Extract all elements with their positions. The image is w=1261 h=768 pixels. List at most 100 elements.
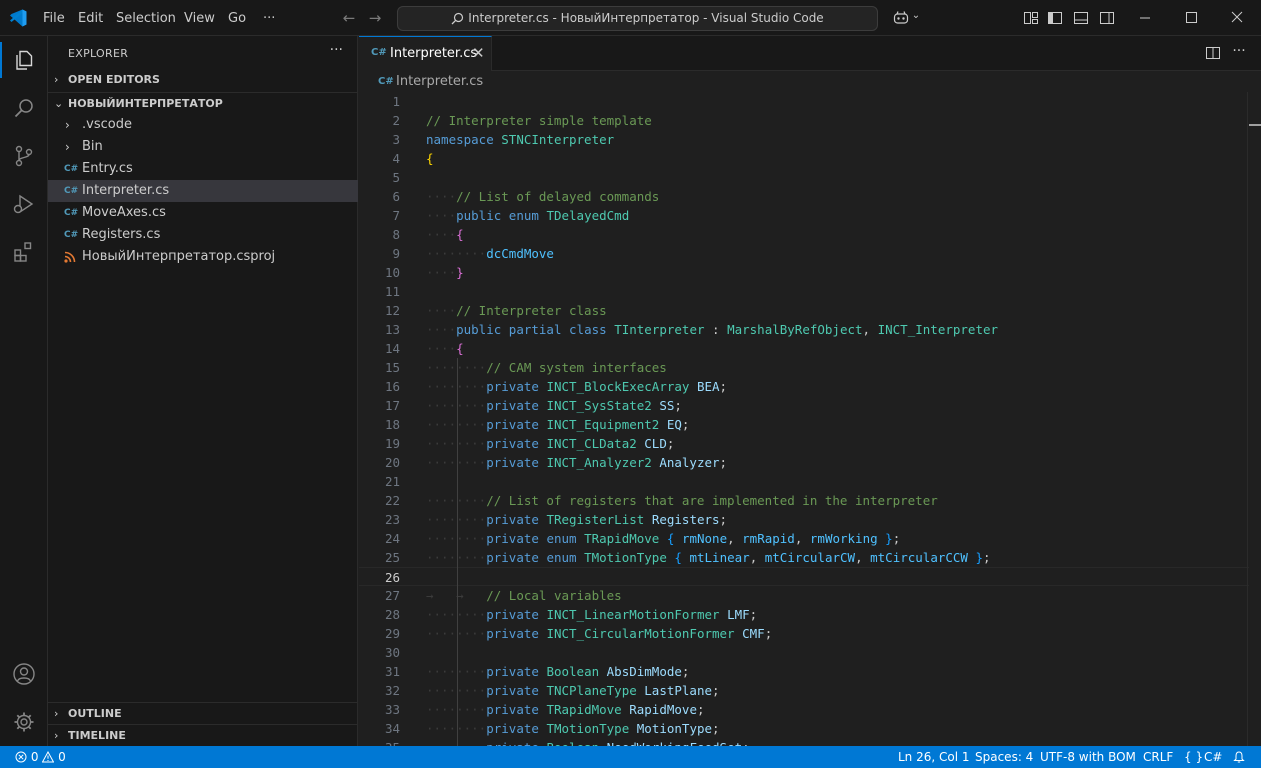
tree-item-csproj[interactable]: НовыйИнтерпретатор.csproj [48, 246, 358, 268]
code-line[interactable]: 28 ········private INCT_LinearMotionForme… [359, 605, 1249, 624]
tree-item-vscode[interactable]: › .vscode [48, 114, 358, 136]
code-token: ; [712, 721, 720, 736]
open-editors-section[interactable]: › OPEN EDITORS [48, 69, 358, 91]
code-token: public [456, 208, 502, 223]
back-arrow-icon[interactable]: ← [340, 9, 358, 27]
code-token: rmRapid [742, 531, 795, 546]
tree-item-bin[interactable]: › Bin [48, 136, 358, 158]
problems-indicator[interactable]: 0 0 [15, 746, 66, 768]
code-line[interactable]: 3 namespace STNCInterpreter [359, 130, 1249, 149]
tab-interpreter-cs[interactable]: C# Interpreter.cs ✕ [359, 36, 492, 71]
code-line[interactable]: 9 ········dcCmdMove [359, 244, 1249, 263]
code-line[interactable]: 27 → → // Local variables [359, 586, 1249, 605]
code-line[interactable]: 31 ········private Boolean AbsDimMode; [359, 662, 1249, 681]
maximize-button[interactable] [1168, 0, 1214, 36]
timeline-section[interactable]: › TIMELINE [48, 724, 358, 746]
breadcrumb[interactable]: C# Interpreter.cs [359, 71, 1261, 93]
csharp-file-icon: C# [64, 186, 79, 196]
code-line[interactable]: 24 ········private enum TRapidMove { rmNo… [359, 529, 1249, 548]
code-line[interactable]: 23 ········private TRegisterList Register… [359, 510, 1249, 529]
code-line[interactable]: 1 [359, 92, 1249, 111]
code-token: private [486, 702, 539, 717]
search-icon[interactable] [12, 96, 36, 120]
extensions-icon[interactable] [12, 240, 36, 264]
tree-item-interpreter-cs[interactable]: C# Interpreter.cs [48, 180, 358, 202]
code-line[interactable]: 35 ········private Boolean NeedWorkingFee… [359, 738, 1249, 746]
code-text: { [426, 149, 434, 168]
code-line[interactable]: 18 ········private INCT_Equipment2 EQ; [359, 415, 1249, 434]
close-icon[interactable]: ✕ [472, 44, 485, 62]
code-line[interactable]: 17 ········private INCT_SysState2 SS; [359, 396, 1249, 415]
toggle-panel-icon[interactable] [1073, 10, 1089, 26]
indentation[interactable]: Spaces: 4 [975, 746, 1033, 768]
encoding[interactable]: UTF-8 with BOM [1040, 746, 1136, 768]
line-number: 31 [384, 664, 400, 679]
code-line[interactable]: 13 ····public partial class TInterpreter … [359, 320, 1249, 339]
warning-count: 0 [58, 750, 66, 764]
menu-selection[interactable]: Selection [116, 11, 176, 26]
menu-more[interactable]: ··· [263, 11, 275, 26]
chevron-down-icon[interactable]: ⌄ [907, 10, 925, 21]
code-line[interactable]: 21 [359, 472, 1249, 491]
source-control-icon[interactable] [12, 144, 36, 168]
code-line[interactable]: 33 ········private TRapidMove RapidMove; [359, 700, 1249, 719]
split-editor-icon[interactable] [1205, 45, 1221, 61]
outline-section[interactable]: › OUTLINE [48, 702, 358, 724]
code-line[interactable]: 2 // Interpreter simple template [359, 111, 1249, 130]
menu-view[interactable]: View [184, 11, 215, 26]
close-window-button[interactable] [1214, 0, 1260, 36]
code-line[interactable]: 12 ····// Interpreter class [359, 301, 1249, 320]
language-mode[interactable]: C# [1204, 746, 1222, 768]
notifications-bell-icon[interactable] [1233, 751, 1245, 763]
line-ending[interactable]: CRLF [1143, 746, 1173, 768]
code-line[interactable]: 6 ····// List of delayed commands [359, 187, 1249, 206]
code-line[interactable]: 19 ········private INCT_CLData2 CLD; [359, 434, 1249, 453]
tree-item-entry-cs[interactable]: C# Entry.cs [48, 158, 358, 180]
code-line[interactable]: 34 ········private TMotionType MotionType… [359, 719, 1249, 738]
layout-icon[interactable] [1023, 10, 1039, 26]
sidebar-more-button[interactable]: ··· [330, 42, 343, 58]
code-line[interactable]: 25 ········private enum TMotionType { mtL… [359, 548, 1249, 567]
forward-arrow-icon[interactable]: → [366, 9, 384, 27]
line-number: 14 [384, 341, 400, 356]
code-line[interactable]: 14 ····{ [359, 339, 1249, 358]
tree-item-moveaxes-cs[interactable]: C# MoveAxes.cs [48, 202, 358, 224]
code-line[interactable]: 30 [359, 643, 1249, 662]
scrollbar[interactable] [1247, 92, 1261, 746]
code-line[interactable]: 32 ········private TNCPlaneType LastPlane… [359, 681, 1249, 700]
more-actions-icon[interactable]: ··· [1231, 43, 1247, 59]
line-number: 32 [384, 683, 400, 698]
code-line[interactable]: 7 ····public enum TDelayedCmd [359, 206, 1249, 225]
code-line[interactable]: 15 ········// CAM system interfaces [359, 358, 1249, 377]
code-line[interactable]: 8 ····{ [359, 225, 1249, 244]
explorer-icon[interactable] [12, 48, 36, 72]
accounts-icon[interactable] [12, 662, 36, 686]
menu-go[interactable]: Go [228, 11, 246, 26]
folder-label: НОВЫЙИНТЕРПРЕТАТОР [68, 97, 223, 110]
code-line[interactable]: 26 [359, 567, 1249, 586]
manage-gear-icon[interactable] [12, 710, 36, 734]
toggle-secondary-sidebar-icon[interactable] [1099, 10, 1115, 26]
code-line[interactable]: 16 ········private INCT_BlockExecArray BE… [359, 377, 1249, 396]
menu-edit[interactable]: Edit [78, 11, 103, 26]
code-line[interactable]: 22 ········// List of registers that are … [359, 491, 1249, 510]
command-center[interactable]: Interpreter.cs - НовыйИнтерпретатор - Vi… [397, 6, 878, 31]
run-debug-icon[interactable] [12, 192, 36, 216]
code-line[interactable]: 10 ····} [359, 263, 1249, 282]
line-number: 3 [392, 132, 400, 147]
menu-file[interactable]: File [43, 11, 65, 26]
folder-section[interactable]: ⌄ НОВЫЙИНТЕРПРЕТАТОР [48, 92, 358, 114]
code-line[interactable]: 29 ········private INCT_CircularMotionFor… [359, 624, 1249, 643]
toggle-sidebar-icon[interactable] [1047, 10, 1063, 26]
cursor-position[interactable]: Ln 26, Col 1 [898, 746, 970, 768]
code-line[interactable]: 11 [359, 282, 1249, 301]
code-line[interactable]: 5 [359, 168, 1249, 187]
code-line[interactable]: 20 ········private INCT_Analyzer2 Analyze… [359, 453, 1249, 472]
code-text: ····{ [426, 339, 464, 358]
tree-item-registers-cs[interactable]: C# Registers.cs [48, 224, 358, 246]
code-line[interactable]: 4{ [359, 149, 1249, 168]
code-editor[interactable]: 1 2// Interpreter simple template 3 namespa… [359, 92, 1249, 746]
minimize-button[interactable] [1122, 0, 1168, 36]
